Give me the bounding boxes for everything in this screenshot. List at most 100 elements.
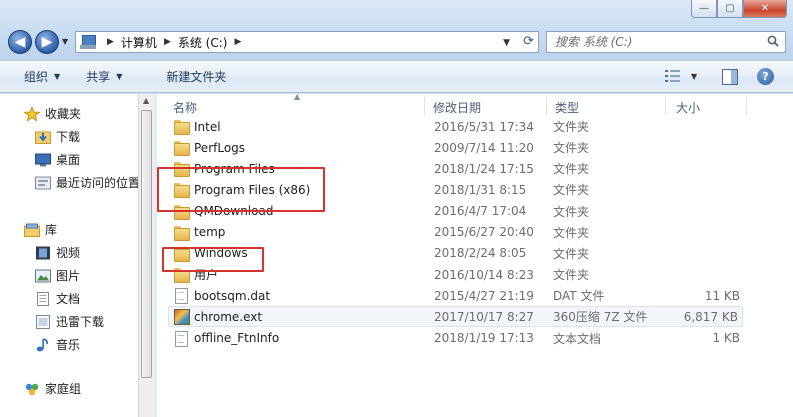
recent-pages-dropdown[interactable]: ▼ (62, 37, 68, 46)
command-bar: 组织 ▼ 共享 ▼ 新建文件夹 ▼ ? (0, 60, 793, 93)
nav-item-label: 音乐 (56, 338, 81, 352)
file-size: 1 KB (712, 331, 740, 345)
address-history-dropdown-icon[interactable]: ▼ (503, 38, 510, 48)
sort-ascending-icon: ▲ (294, 92, 301, 101)
minimize-button[interactable]: — (691, 0, 717, 18)
homegroup-group: 家庭组 (0, 377, 138, 400)
address-bar[interactable]: ▶ 计算机 ▶ 系统 (C:) ▶ ▼ ⟳ (75, 31, 539, 53)
file-row[interactable]: temp 2015/6/27 20:40 文件夹 (169, 222, 744, 243)
file-type: 文件夹 (553, 268, 590, 283)
file-row[interactable]: PerfLogs 2009/7/14 11:20 文件夹 (169, 137, 744, 158)
column-divider[interactable] (424, 97, 425, 115)
change-view-button[interactable]: ▼ (665, 69, 697, 83)
nav-item-label: 视频 (56, 246, 81, 260)
file-name: temp (194, 225, 226, 240)
nav-favorites[interactable]: 收藏夹 (0, 102, 138, 125)
file-type: 360压缩 7Z 文件 (553, 310, 648, 325)
nav-item-music[interactable]: 音乐 (0, 333, 138, 356)
maximize-button[interactable]: ▢ (717, 0, 743, 18)
archive-icon (173, 309, 190, 326)
share-button[interactable]: 共享 ▼ (80, 65, 128, 88)
homegroup-icon (25, 383, 39, 395)
nav-item-recent-places[interactable]: 最近访问的位置 (0, 171, 138, 194)
column-header-modified[interactable]: 修改日期 (433, 99, 481, 116)
nav-item-label: 文档 (56, 292, 81, 306)
share-label: 共享 (86, 70, 111, 84)
nav-item-thunder-downloads[interactable]: 迅雷下载 (0, 310, 138, 333)
file-list-pane: ▲ 名称 修改日期 类型 大小 Intel 2016/5/31 17:34 文件夹 P… (157, 92, 793, 417)
preview-pane-icon[interactable] (722, 69, 738, 85)
nav-item-label: 迅雷下载 (56, 315, 105, 329)
file-row[interactable]: Intel 2016/5/31 17:34 文件夹 (169, 116, 744, 137)
view-details-icon (665, 70, 680, 82)
file-row[interactable]: bootsqm.dat 2015/4/27 21:19 DAT 文件 11 KB (169, 285, 744, 306)
file-type: DAT 文件 (553, 289, 605, 304)
organize-button[interactable]: 组织 ▼ (18, 65, 66, 88)
nav-libraries-label: 库 (45, 223, 58, 237)
file-type: 文件夹 (553, 246, 590, 261)
column-headers: ▲ 名称 修改日期 类型 大小 (157, 92, 793, 118)
forward-button[interactable]: ▶ (35, 30, 59, 54)
title-bar: — ▢ ✕ ◀ ▶ ▼ ▶ 计算机 ▶ 系统 (C:) ▶ ▼ ⟳ (0, 0, 793, 60)
scroll-up-icon[interactable]: ▲ (143, 96, 149, 105)
nav-item-label: 最近访问的位置 (56, 176, 138, 190)
documents-icon (37, 291, 49, 306)
nav-item-desktop[interactable]: 桌面 (0, 148, 138, 171)
file-modified-date: 2018/1/19 17:13 (434, 331, 534, 345)
folder-icon (173, 140, 190, 157)
nav-item-downloads[interactable]: 下载 (0, 125, 138, 148)
computer-icon (80, 34, 100, 50)
document-icon (173, 330, 189, 347)
breadcrumb-computer[interactable]: 计算机 (121, 34, 157, 51)
search-icon[interactable] (767, 35, 779, 47)
nav-item-label: 下载 (56, 130, 81, 144)
pictures-icon (35, 269, 51, 282)
file-row[interactable]: offline_FtnInfo 2018/1/19 17:13 文本文档 1 KB (169, 328, 744, 349)
column-divider[interactable] (665, 97, 666, 115)
highlight-box-windows (162, 247, 264, 272)
music-icon (36, 337, 48, 351)
file-type: 文本文档 (553, 331, 602, 346)
folder-icon (173, 225, 190, 241)
chevron-down-icon: ▼ (54, 72, 61, 81)
new-folder-button[interactable]: 新建文件夹 (160, 65, 232, 88)
search-input[interactable] (555, 35, 755, 49)
file-modified-date: 2016/4/7 17:04 (434, 204, 527, 219)
folder-icon (173, 119, 190, 135)
file-modified-date: 2015/6/27 20:40 (434, 225, 534, 240)
file-size: 6,817 KB (683, 309, 738, 324)
chevron-down-icon: ▼ (691, 71, 698, 81)
file-modified-date: 2017/10/17 8:27 (434, 309, 534, 324)
navigation-scrollbar[interactable]: ▲ (138, 94, 154, 417)
breadcrumb-separator[interactable]: ▶ (107, 37, 114, 47)
library-icon (24, 223, 40, 237)
file-row[interactable]: chrome.ext 2017/10/17 8:27 360压缩 7Z 文件 6,81… (168, 306, 743, 328)
breadcrumb-drive-c[interactable]: 系统 (C:) (178, 34, 228, 51)
breadcrumb-separator[interactable]: ▶ (164, 37, 171, 47)
column-header-type[interactable]: 类型 (555, 99, 579, 116)
nav-libraries[interactable]: 库 (0, 218, 138, 241)
file-type: 文件夹 (553, 141, 590, 156)
back-button[interactable]: ◀ (8, 30, 32, 54)
help-icon[interactable]: ? (757, 68, 774, 85)
column-divider[interactable] (546, 97, 547, 115)
nav-item-videos[interactable]: 视频 (0, 241, 138, 264)
nav-item-documents[interactable]: 文档 (0, 287, 138, 310)
file-type: 文件夹 (553, 120, 590, 134)
nav-item-pictures[interactable]: 图片 (0, 264, 138, 287)
star-icon (24, 106, 40, 121)
breadcrumb-separator[interactable]: ▶ (234, 37, 241, 47)
file-type: 文件夹 (553, 204, 590, 219)
column-header-name[interactable]: 名称 (173, 99, 197, 116)
file-modified-date: 2018/2/24 8:05 (434, 246, 527, 261)
column-divider[interactable] (746, 97, 747, 115)
file-modified-date: 2018/1/24 17:15 (434, 161, 534, 176)
refresh-icon[interactable]: ⟳ (523, 34, 534, 49)
scrollbar-thumb[interactable] (141, 110, 152, 378)
column-header-size[interactable]: 大小 (676, 99, 700, 116)
nav-homegroup[interactable]: 家庭组 (0, 377, 138, 400)
document-icon (173, 288, 189, 305)
search-box[interactable] (546, 31, 786, 53)
libraries-group: 库 视频 图片 文档 迅雷下载 音乐 (0, 218, 138, 356)
close-button[interactable]: ✕ (743, 0, 787, 18)
